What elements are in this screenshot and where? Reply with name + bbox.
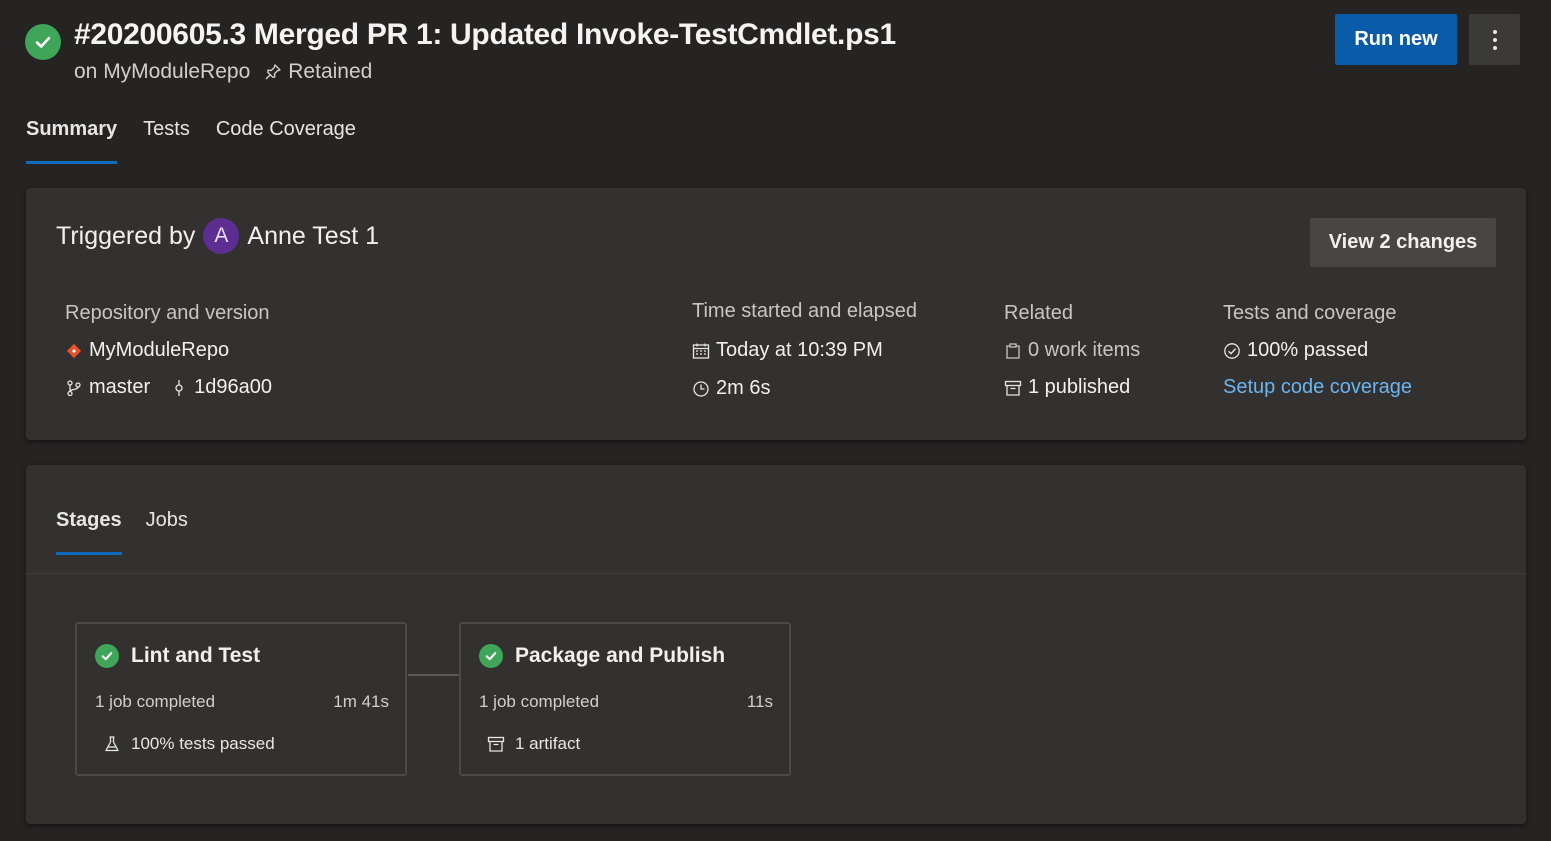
repo-name[interactable]: MyModuleRepo [89, 339, 229, 362]
git-repo-icon [65, 342, 83, 360]
stage-jobs: 1 job completed [95, 692, 216, 711]
stage-jobs: 1 job completed [479, 692, 600, 711]
work-item-icon [1004, 342, 1022, 360]
repo-link[interactable]: on MyModuleRepo [74, 60, 250, 84]
tab-summary[interactable]: Summary [26, 118, 118, 164]
work-items-row[interactable]: 0 work items [1004, 339, 1140, 362]
stage-duration: 11s [746, 692, 773, 711]
run-new-button[interactable]: Run new [1335, 14, 1457, 65]
tab-code-coverage[interactable]: Code Coverage [216, 118, 356, 164]
stage-extra-label: 1 artifact [515, 734, 581, 753]
triggered-by: Triggered by A Anne Test 1 [56, 218, 379, 254]
stage-success-icon [95, 644, 119, 668]
main-tabs: Summary Tests Code Coverage [26, 118, 356, 164]
stage-artifacts-summary[interactable]: 1 artifact [487, 734, 580, 754]
elapsed-row: 2m 6s [692, 377, 770, 400]
tab-jobs[interactable]: Jobs [146, 509, 188, 555]
related-heading: Related [1004, 302, 1073, 324]
repository-row: MyModuleRepo [65, 339, 229, 362]
stage-name: Lint and Test [131, 644, 261, 667]
artifact-icon [1004, 379, 1022, 397]
artifact-icon [487, 735, 505, 753]
stage-package-and-publish[interactable]: Package and Publish 1 job completed 11s … [459, 622, 791, 776]
calendar-icon [692, 342, 710, 360]
branch-name[interactable]: master [89, 376, 150, 399]
time-started-row: Today at 10:39 PM [692, 339, 883, 362]
repository-heading: Repository and version [65, 302, 270, 324]
triggered-by-label: Triggered by [56, 221, 196, 250]
branch-icon [65, 379, 83, 397]
build-title: #20200605.3 Merged PR 1: Updated Invoke-… [74, 18, 896, 51]
more-actions-button[interactable] [1469, 14, 1520, 65]
tests-passed-row[interactable]: 100% passed [1223, 339, 1368, 362]
build-success-icon [25, 24, 61, 60]
commit-id[interactable]: 1d96a00 [194, 376, 272, 399]
pin-icon [264, 63, 282, 81]
vertical-ellipsis-icon [1492, 29, 1497, 50]
stage-extra-label: 100% tests passed [131, 734, 275, 753]
retained-label: Retained [288, 60, 373, 83]
stage-connector [408, 674, 459, 676]
setup-code-coverage-link[interactable]: Setup code coverage [1223, 376, 1412, 399]
clock-icon [692, 380, 710, 398]
stage-name: Package and Publish [515, 644, 726, 667]
stage-duration: 1m 41s [333, 692, 389, 711]
tab-stages[interactable]: Stages [56, 509, 122, 555]
stage-success-icon [479, 644, 503, 668]
elapsed-time: 2m 6s [716, 377, 771, 399]
check-circle-icon [1223, 342, 1241, 360]
published-row[interactable]: 1 published [1004, 376, 1130, 399]
time-started: Today at 10:39 PM [716, 339, 883, 361]
time-heading: Time started and elapsed [692, 300, 917, 322]
flask-icon [103, 735, 121, 753]
tab-tests[interactable]: Tests [143, 118, 190, 164]
build-subtitle: on MyModuleRepo Retained [74, 60, 372, 84]
stages-tabs: Stages Jobs [56, 509, 188, 555]
commit-icon [170, 379, 188, 397]
view-changes-button[interactable]: View 2 changes [1310, 218, 1496, 267]
stage-lint-and-test[interactable]: Lint and Test 1 job completed 1m 41s 100… [75, 622, 407, 776]
divider [26, 573, 1526, 574]
user-name[interactable]: Anne Test 1 [247, 222, 379, 251]
branch-commit-row: master 1d96a00 [65, 376, 272, 399]
avatar: A [203, 218, 240, 254]
published-count: 1 published [1028, 376, 1131, 398]
work-items-count: 0 work items [1028, 339, 1141, 361]
stage-tests-summary[interactable]: 100% tests passed [103, 734, 275, 754]
tests-passed: 100% passed [1247, 339, 1369, 361]
tests-heading: Tests and coverage [1223, 302, 1397, 324]
